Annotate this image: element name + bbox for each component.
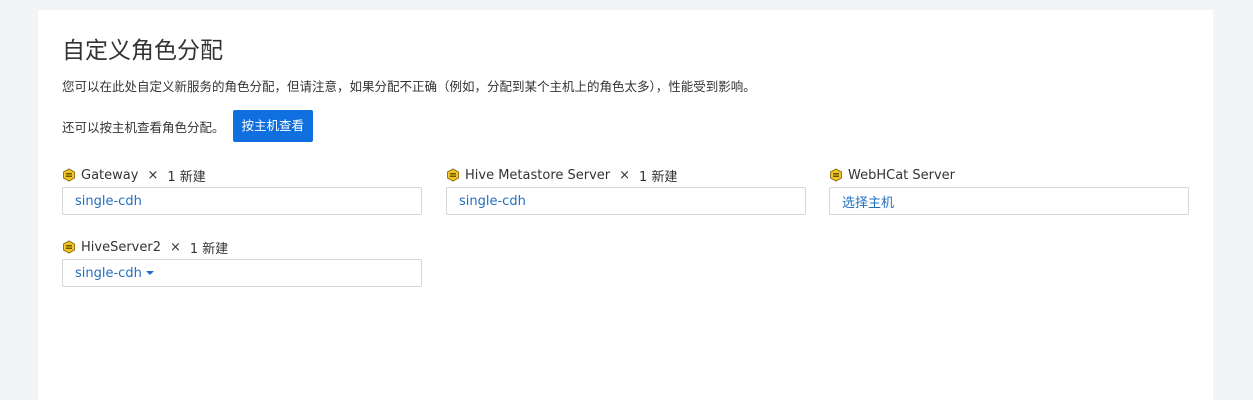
hive-bee-icon: [63, 240, 75, 254]
role-webhcat-server: WebHCat Server 选择主机: [829, 165, 1189, 215]
host-value: single-cdh: [459, 193, 526, 209]
hive-bee-icon: [447, 168, 459, 182]
times-sign: ×: [147, 167, 159, 183]
role-name: WebHCat Server: [848, 167, 956, 183]
hive-bee-icon: [830, 168, 842, 182]
hive-bee-icon: [63, 168, 75, 182]
page-title: 自定义角色分配: [62, 38, 223, 64]
caret-down-icon: [145, 271, 154, 275]
times-sign: ×: [169, 239, 181, 255]
page-description: 您可以在此处自定义新服务的角色分配，但请注意，如果分配不正确（例如，分配到某个主…: [62, 79, 756, 94]
role-name: HiveServer2: [81, 239, 161, 255]
role-label: WebHCat Server: [829, 165, 1189, 185]
role-gateway: Gateway × 1 新建 single-cdh: [62, 165, 422, 215]
role-name: Gateway: [81, 167, 139, 183]
role-label: Hive Metastore Server × 1 新建: [446, 165, 806, 185]
role-hiveserver2: HiveServer2 × 1 新建 single-cdh: [62, 237, 422, 287]
role-count: 1 新建: [167, 169, 206, 185]
view-by-host-row: 还可以按主机查看角色分配。 按主机查看: [62, 110, 314, 142]
times-sign: ×: [619, 167, 631, 183]
role-name: Hive Metastore Server: [465, 167, 611, 183]
role-count: 1 新建: [189, 241, 229, 257]
assign-roles-panel: 自定义角色分配 您可以在此处自定义新服务的角色分配，但请注意，如果分配不正确（例…: [38, 10, 1213, 400]
view-by-host-button[interactable]: 按主机查看: [232, 110, 314, 142]
host-dropdown[interactable]: single-cdh: [62, 259, 422, 287]
host-value: 选择主机: [842, 195, 895, 211]
host-value: single-cdh: [75, 265, 142, 281]
role-label: HiveServer2 × 1 新建: [62, 237, 422, 257]
host-selector[interactable]: single-cdh: [62, 187, 422, 215]
role-hive-metastore-server: Hive Metastore Server × 1 新建 single-cdh: [446, 165, 806, 215]
host-value: single-cdh: [75, 193, 142, 209]
select-host-field[interactable]: 选择主机: [829, 187, 1189, 215]
role-count: 1 新建: [639, 169, 678, 185]
host-selector[interactable]: single-cdh: [446, 187, 806, 215]
view-by-host-text: 还可以按主机查看角色分配。: [62, 119, 225, 135]
role-label: Gateway × 1 新建: [62, 165, 422, 185]
